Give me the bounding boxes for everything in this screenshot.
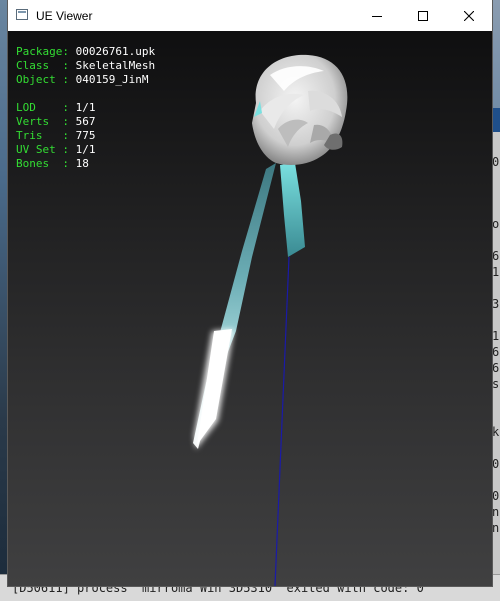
info-row-verts: Verts : 567 [16,115,155,129]
info-row-tris: Tris : 775 [16,129,155,143]
console-text-fragment: s [492,378,500,390]
info-value: SkeletalMesh [75,59,156,72]
console-text-fragment: 0 [492,490,500,502]
console-text-fragment: 6 [492,250,500,262]
info-value: 1/1 [75,143,96,156]
mesh-info-overlay: Package: 00026761.upk Class : SkeletalMe… [16,45,155,171]
info-label: Object : [16,73,76,86]
info-value: 00026761.upk [75,45,156,58]
info-label: LOD : [16,101,76,114]
info-row-object: Object : 040159_JinM [16,73,155,87]
info-label: Package: [16,45,76,58]
hair-ribbon-right [280,163,305,257]
info-label: Bones : [16,157,76,170]
info-label: UV Set : [16,143,76,156]
minimize-button[interactable] [354,0,400,31]
console-text-fragment: n [492,506,500,518]
ue-viewer-window[interactable]: UE Viewer Package: 00026761.upk Class: … [8,0,492,586]
console-text-fragment: n [492,522,500,534]
console-text-fragment: k [492,426,500,438]
minimize-icon [372,15,382,17]
app-window-icon[interactable] [16,9,28,20]
info-row-bones: Bones : 18 [16,157,155,171]
info-value: 040159_JinM [75,73,149,86]
console-text-fragment: 3 [492,298,500,310]
console-text-fragment: 1 [492,266,500,278]
info-label: Tris : [16,129,76,142]
info-value: 1/1 [75,101,96,114]
info-row-package: Package: 00026761.upk [16,45,155,59]
hair-mesh [252,54,348,165]
info-row-lod: LOD : 1/1 [16,101,155,115]
info-row-class: Class : SkeletalMesh [16,59,155,73]
console-text-fragment: o [492,218,500,230]
window-titlebar[interactable]: UE Viewer [8,0,492,31]
console-text-fragment: 6 [492,346,500,358]
info-value: 775 [75,129,96,142]
ribbon-highlight-core [197,329,232,445]
console-text-fragment: 6 [492,362,500,374]
close-button[interactable] [446,0,492,31]
console-text-fragment: 0 [492,458,500,470]
info-row-uvset: UV Set : 1/1 [16,143,155,157]
console-text-fragment: 0 [492,156,500,168]
maximize-icon [418,10,428,21]
window-title: UE Viewer [36,9,93,23]
3d-viewport[interactable]: Package: 00026761.upk Class : SkeletalMe… [8,31,492,586]
bone-line [274,256,290,586]
info-label: Class : [16,59,76,72]
info-label: Verts : [16,115,76,128]
console-text-fragment: 1 [492,330,500,342]
maximize-button[interactable] [400,0,446,31]
close-icon [464,10,474,21]
info-value: 567 [75,115,96,128]
info-value: 18 [75,157,89,170]
